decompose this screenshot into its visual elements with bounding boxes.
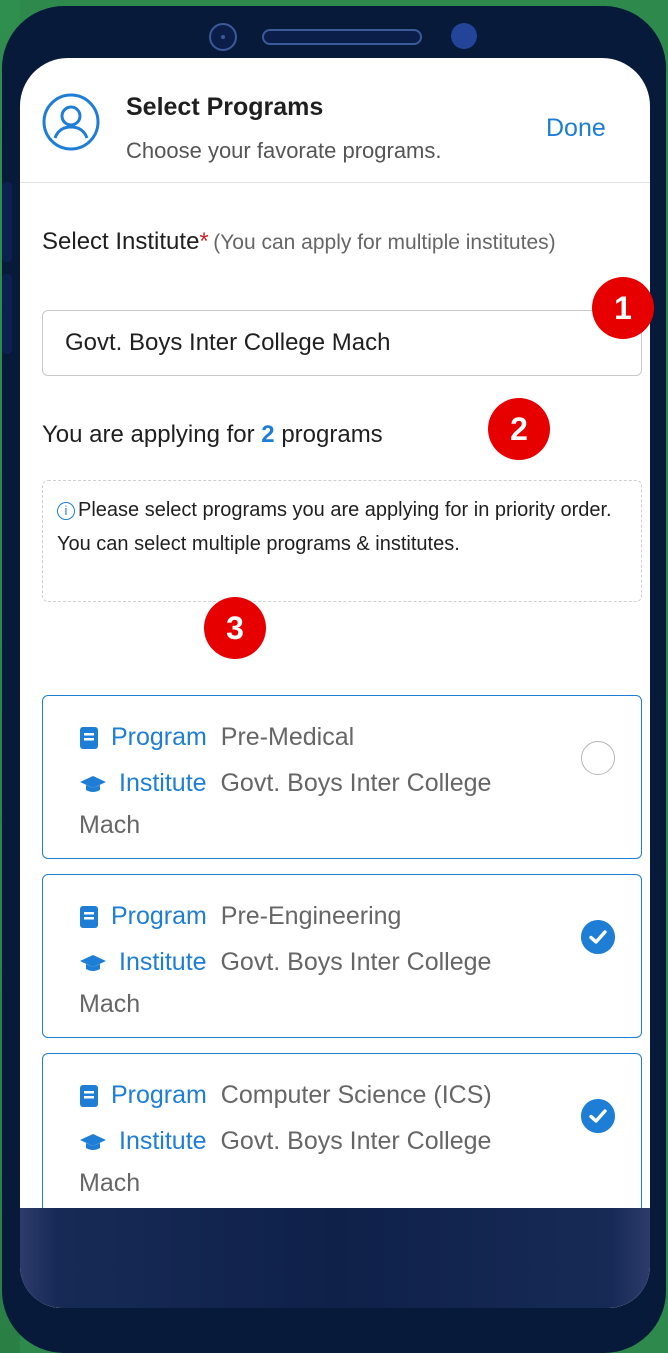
- user-avatar-icon: [42, 93, 100, 151]
- institute-row: Institute Govt. Boys Inter College Mach: [79, 1120, 559, 1204]
- applying-count-suffix: programs: [281, 421, 383, 448]
- info-text: Please select programs you are applying …: [57, 499, 612, 555]
- program-card[interactable]: Program Pre-Engineering Institute Govt. …: [42, 874, 642, 1038]
- done-button[interactable]: Done: [546, 114, 606, 143]
- institute-hint: (You can apply for multiple institutes): [213, 231, 556, 254]
- program-label: Program: [111, 1081, 207, 1109]
- required-mark: *: [199, 228, 209, 255]
- info-icon: i: [57, 502, 75, 520]
- graduation-cap-icon: [80, 1134, 106, 1151]
- book-icon: [80, 727, 98, 750]
- program-row: Program Pre-Engineering: [79, 899, 401, 933]
- modal-header: Select Programs Choose your favorate pro…: [20, 58, 650, 183]
- program-row: Program Computer Science (ICS): [79, 1078, 492, 1112]
- institute-row: Institute Govt. Boys Inter College Mach: [79, 762, 559, 846]
- sensor-icon: [451, 23, 477, 49]
- applying-count-number: 2: [261, 421, 275, 448]
- applying-count: You are applying for 2 programs: [42, 421, 383, 449]
- app-screen: Select Programs Choose your favorate pro…: [20, 58, 650, 1308]
- radio-unselected[interactable]: [581, 741, 615, 775]
- institute-label: Institute: [119, 769, 207, 797]
- program-name: Computer Science (ICS): [220, 1081, 492, 1109]
- annotation-badge-2: 2: [488, 398, 550, 460]
- program-card[interactable]: Program Computer Science (ICS) Institute…: [42, 1053, 642, 1217]
- speaker-grille: [262, 29, 422, 45]
- graduation-cap-icon: [80, 776, 106, 793]
- page-title: Select Programs: [126, 93, 324, 121]
- institute-select[interactable]: Govt. Boys Inter College Mach: [42, 310, 642, 376]
- side-button-volume-up: [2, 182, 12, 262]
- book-icon: [80, 906, 98, 929]
- book-icon: [80, 1085, 98, 1108]
- program-card[interactable]: Program Pre-Medical Institute Govt. Boys…: [42, 695, 642, 859]
- annotation-badge-1: 1: [592, 277, 654, 339]
- program-label: Program: [111, 902, 207, 930]
- program-name: Pre-Medical: [220, 723, 355, 751]
- institute-label: Institute: [119, 1127, 207, 1155]
- page-subtitle: Choose your favorate programs.: [126, 138, 442, 163]
- program-row: Program Pre-Medical: [79, 720, 354, 754]
- applying-count-prefix: You are applying for: [42, 421, 255, 448]
- annotation-badge-3: 3: [204, 597, 266, 659]
- institute-row: Institute Govt. Boys Inter College Mach: [79, 941, 559, 1025]
- bottom-overlay: [20, 1208, 650, 1308]
- institute-label-text: Select Institute: [42, 228, 200, 255]
- institute-label: Institute: [119, 948, 207, 976]
- camera-icon: [209, 23, 237, 51]
- graduation-cap-icon: [80, 955, 106, 972]
- program-name: Pre-Engineering: [220, 902, 402, 930]
- program-label: Program: [111, 723, 207, 751]
- side-button-volume-down: [2, 274, 12, 354]
- institute-label: Select Institute* (You can apply for mul…: [42, 221, 582, 266]
- info-notice: i Please select programs you are applying…: [42, 480, 642, 602]
- check-circle-icon[interactable]: [581, 1099, 615, 1133]
- check-circle-icon[interactable]: [581, 920, 615, 954]
- phone-frame: Select Programs Choose your favorate pro…: [2, 6, 666, 1353]
